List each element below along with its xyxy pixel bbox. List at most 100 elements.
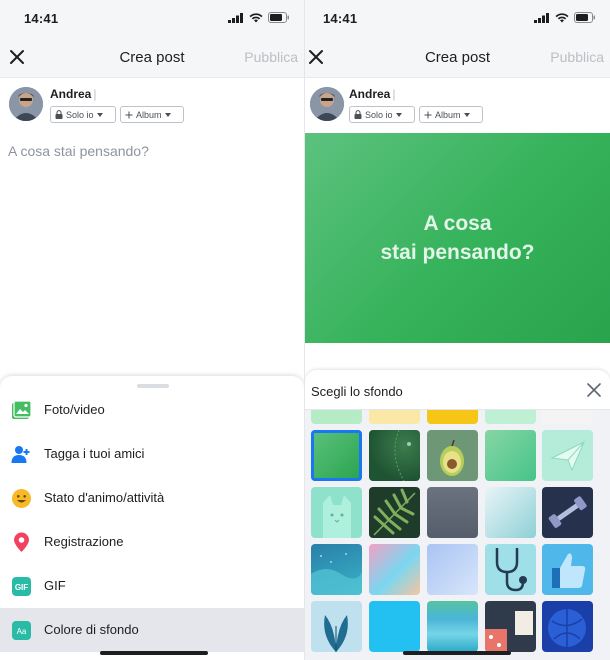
album-selector[interactable]: Album [419,106,483,123]
background-swatch[interactable] [311,487,362,538]
background-post-preview[interactable]: A cosa stai pensando? [305,133,610,343]
menu-item-label: GIF [44,578,66,593]
album-label: Album [435,109,461,120]
author-name: Andrea | [50,87,97,101]
album-label: Album [136,109,162,120]
battery-icon [268,12,289,23]
location-pin-icon [14,532,29,552]
palm-leaf-image [373,488,416,536]
composer-placeholder[interactable]: A cosa stai pensando? [8,143,149,159]
avatar[interactable] [310,87,344,121]
battery-icon [574,12,595,23]
background-swatch[interactable] [311,544,362,595]
status-time: 14:41 [24,11,59,26]
plant-image [324,615,348,652]
lock-icon [55,110,63,119]
menu-item-label: Registrazione [44,534,124,549]
post-header: Crea post Pubblica [0,38,304,78]
status-time: 14:41 [323,11,358,26]
menu-item-photo-video[interactable]: Foto/video [0,388,304,432]
signal-icon [534,12,549,23]
avatar[interactable] [9,87,43,121]
background-picker-title: Scegli lo sfondo [311,384,403,399]
wifi-icon [249,12,263,22]
author-row: Andrea | Solo io Album [0,78,304,134]
post-preview-text: A cosa stai pensando? [380,212,535,264]
publish-button[interactable]: Pubblica [550,49,604,65]
svg-text:Aa: Aa [17,627,27,636]
background-swatch[interactable] [542,487,593,538]
background-swatch[interactable] [542,430,593,481]
background-swatch[interactable] [311,601,362,652]
menu-item-label: Colore di sfondo [44,622,139,637]
background-swatch-selected[interactable] [311,430,362,481]
plus-icon [424,111,432,118]
menu-item-feeling-activity[interactable]: Stato d'animo/attività [0,476,304,520]
background-swatch[interactable] [485,487,536,538]
chevron-down-icon [395,112,402,117]
avatar-photo [310,87,344,121]
signal-icon [228,12,243,23]
text-cursor: | [93,87,97,101]
post-header: Crea post Pubblica [305,38,610,78]
privacy-label: Solo io [365,109,393,120]
background-swatch[interactable] [427,487,478,538]
home-indicator [403,651,511,655]
avatar-photo [9,87,43,121]
background-picker-header: Scegli lo sfondo [305,370,610,410]
status-icons [534,12,596,23]
chevron-down-icon [164,112,171,117]
thumbs-up-image [552,553,586,588]
svg-text:GIF: GIF [15,583,28,592]
privacy-selector[interactable]: Solo io [349,106,415,123]
background-swatch[interactable] [427,601,478,652]
status-icons [228,12,290,23]
menu-item-check-in[interactable]: Registrazione [0,520,304,564]
right-screen: 14:41 Crea post Pubblica Andrea | Solo io [305,0,610,660]
close-icon[interactable] [586,382,602,398]
background-swatch[interactable] [369,601,420,652]
background-swatch[interactable] [485,601,536,652]
chevron-down-icon [96,112,103,117]
background-swatch[interactable] [369,430,420,481]
background-swatch[interactable] [427,544,478,595]
menu-item-background-color[interactable]: Aa Colore di sfondo [0,608,304,652]
background-swatch[interactable] [369,487,420,538]
publish-button[interactable]: Pubblica [244,49,298,65]
tag-friends-icon [11,446,30,463]
album-selector[interactable]: Album [120,106,184,123]
background-swatch[interactable] [485,544,536,595]
text-cursor: | [392,87,396,101]
emoji-icon [12,489,31,508]
lock-icon [354,110,362,119]
menu-item-label: Stato d'animo/attività [44,490,165,505]
post-options-sheet: Foto/video Tagga i tuoi amici Stato d'an… [0,376,304,660]
menu-item-tag-friends[interactable]: Tagga i tuoi amici [0,432,304,476]
menu-item-label: Tagga i tuoi amici [44,446,145,461]
author-row: Andrea | Solo io Album [305,78,610,134]
wifi-icon [555,12,569,22]
background-swatch[interactable] [427,430,478,481]
ball-image [548,609,586,647]
left-screen: 14:41 Crea post Pubblica Andrea | Solo io [0,0,304,660]
privacy-label: Solo io [66,109,94,120]
avocado-image [440,439,464,476]
menu-item-gif[interactable]: GIF GIF [0,564,304,608]
background-swatch[interactable] [542,544,593,595]
author-name: Andrea | [349,87,396,101]
gif-icon: GIF [12,577,31,596]
background-swatch[interactable] [485,430,536,481]
background-picker-panel: Scegli lo sfondo [305,370,610,660]
status-bar: 14:41 [0,0,304,38]
leaf-pattern-image [394,430,411,481]
background-swatch[interactable] [369,544,420,595]
chevron-down-icon [463,112,470,117]
plus-icon [125,111,133,118]
wave-pattern-image [311,553,362,595]
privacy-selector[interactable]: Solo io [50,106,116,123]
photo-icon [12,400,32,419]
text-background-icon: Aa [12,621,31,640]
background-swatch[interactable] [542,601,593,652]
stethoscope-image [495,548,527,592]
dumbbell-image [548,496,587,528]
